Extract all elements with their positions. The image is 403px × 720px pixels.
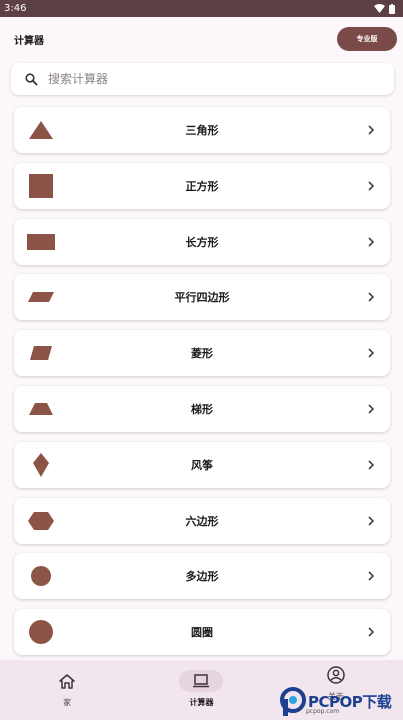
watermark: PCPOP下载 pcpop.com [280,683,403,720]
search-input[interactable] [48,72,348,86]
status-bar: 3:46 [0,0,403,17]
chevron-right-icon [364,568,378,584]
chevron-right-icon [364,401,378,417]
pro-version-button[interactable]: 专业版 [337,27,397,51]
parallelogram-icon [26,282,56,312]
kite-icon [26,450,56,480]
trapezoid-icon [26,394,56,424]
shape-item-parallelogram[interactable]: 平行四边形 [14,274,390,321]
laptop-icon [179,670,224,692]
status-icons [374,3,395,14]
hexagon-icon [26,506,56,536]
nav-calculator[interactable]: 计算器 [146,660,256,708]
shape-item-trapezoid[interactable]: 梯形 [14,385,390,432]
app-bar: 计算器 专业版 [0,17,403,61]
chevron-right-icon [364,122,378,138]
shape-item-triangle[interactable]: 三角形 [14,107,390,153]
circle-icon [26,617,56,647]
shape-item-label: 六边形 [185,514,219,528]
pcpop-logo-icon [280,686,306,716]
shape-item-hexagon[interactable]: 六边形 [14,497,390,544]
wifi-icon [374,4,385,13]
shape-item-label: 正方形 [185,179,219,193]
status-time: 3:46 [4,3,27,14]
chevron-right-icon [364,513,378,529]
chevron-right-icon [364,289,378,305]
page-title: 计算器 [14,35,44,47]
shape-item-label: 风筝 [191,458,213,472]
shape-item-rectangle[interactable]: 长方形 [14,218,390,265]
chevron-right-icon [364,234,378,250]
shape-item-circle[interactable]: 圆圈 [14,609,390,656]
shape-item-label: 圆圈 [191,626,213,640]
search-icon [25,72,38,86]
polygon-icon [26,561,56,591]
nav-home[interactable]: 家 [12,660,122,708]
shape-item-label: 梯形 [191,402,213,416]
shape-item-rhombus[interactable]: 菱形 [14,330,390,377]
chevron-right-icon [364,345,378,361]
shape-item-label: 多边形 [185,570,219,584]
battery-icon [389,3,395,14]
shape-item-polygon[interactable]: 多边形 [14,553,390,600]
home-icon [45,670,89,692]
nav-label: 计算器 [189,698,214,707]
shape-item-label: 菱形 [191,347,213,361]
search-bar[interactable] [11,63,394,95]
shape-list: 三角形 正方形 长方形 平行四边形 菱形 梯形 风筝 六边形 多边形 圆圈 [14,107,390,665]
shape-item-kite[interactable]: 风筝 [14,441,390,488]
rectangle-icon [26,227,56,257]
shape-item-label: 长方形 [185,235,219,249]
shape-item-label: 三角形 [185,124,219,137]
square-icon [26,171,56,201]
chevron-right-icon [364,178,378,194]
rhombus-icon [26,338,56,368]
watermark-sub: pcpop.com [306,708,340,715]
chevron-right-icon [364,624,378,640]
triangle-icon [26,115,56,145]
nav-label: 家 [63,698,72,707]
chevron-right-icon [364,457,378,473]
shape-item-square[interactable]: 正方形 [14,162,390,209]
shape-item-label: 平行四边形 [174,291,230,305]
